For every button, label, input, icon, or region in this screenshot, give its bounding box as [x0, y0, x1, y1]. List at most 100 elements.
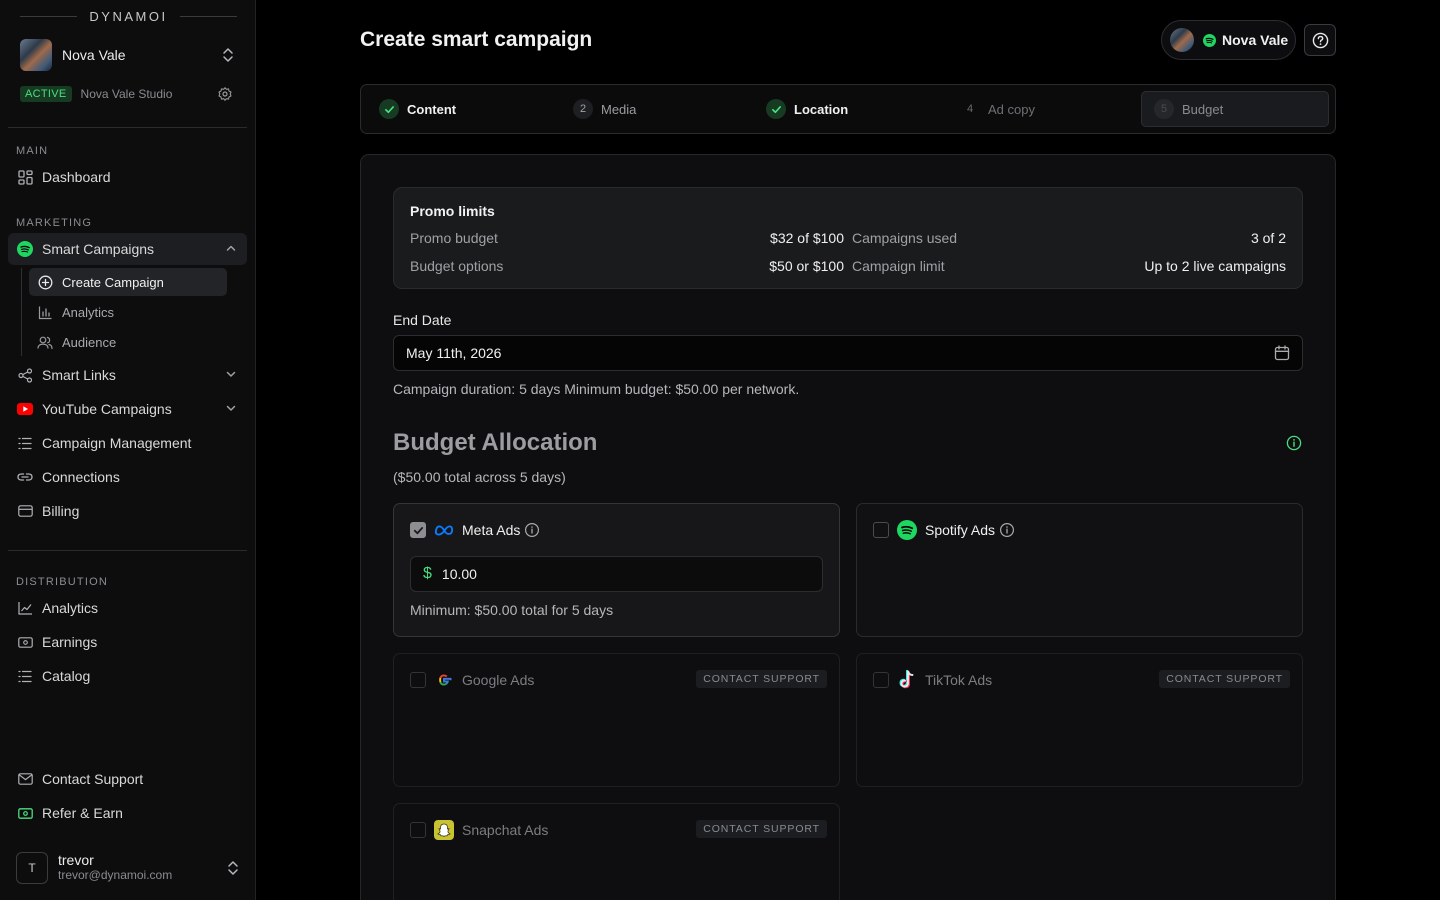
step-ad-copy[interactable]: 4 Ad copy	[948, 91, 1128, 127]
nav-label: Smart Links	[42, 367, 116, 383]
tiktok-checkbox[interactable]	[873, 672, 889, 688]
info-icon[interactable]	[1286, 435, 1302, 451]
nav-billing[interactable]: Billing	[8, 495, 247, 527]
network-card-spotify: Spotify Ads	[856, 503, 1303, 637]
step-label: Budget	[1182, 101, 1224, 117]
section-label-marketing: MARKETING	[16, 217, 93, 229]
nav-label: Catalog	[42, 668, 91, 684]
user-menu[interactable]: T trevor trevor@dynamoi.com	[16, 852, 240, 884]
submenu-guide-line	[21, 268, 22, 356]
nav-smart-campaigns[interactable]: Smart Campaigns	[8, 233, 247, 265]
step-media[interactable]: 2 Media	[561, 91, 741, 127]
limit-value: 3 of 2	[1250, 230, 1286, 246]
grid-icon	[16, 168, 34, 186]
plus-circle-icon	[37, 274, 53, 290]
network-header: Google Ads	[410, 670, 534, 690]
network-card-meta: Meta Ads $ 10.00 Minimum: $50.00 total f…	[393, 503, 840, 637]
subnav-label: Analytics	[62, 304, 115, 320]
end-date-picker[interactable]: May 11th, 2026	[393, 335, 1303, 371]
line-chart-icon	[16, 599, 34, 617]
campaign-duration-note: Campaign duration: 5 days Minimum budget…	[393, 381, 800, 397]
network-card-tiktok: TikTok Ads CONTACT SUPPORT	[856, 653, 1303, 787]
nav-contact-support[interactable]: Contact Support	[8, 763, 247, 795]
nav-youtube-campaigns[interactable]: YouTube Campaigns	[8, 393, 247, 425]
snapchat-checkbox[interactable]	[410, 822, 426, 838]
list-icon	[16, 667, 34, 685]
spotify-icon	[16, 240, 34, 258]
nav-distribution-analytics[interactable]: Analytics	[8, 592, 247, 624]
promo-limits-panel: Promo limits Promo budget $32 of $100 Bu…	[393, 187, 1303, 289]
spotify-checkbox[interactable]	[873, 522, 889, 538]
nav-connections[interactable]: Connections	[8, 461, 247, 493]
end-date-label: End Date	[393, 312, 452, 328]
nav-campaign-management[interactable]: Campaign Management	[8, 427, 247, 459]
network-name: Snapchat Ads	[462, 822, 549, 838]
subnav-label: Audience	[62, 334, 117, 350]
spotify-icon	[1203, 33, 1216, 47]
contact-support-badge[interactable]: CONTACT SUPPORT	[696, 820, 827, 838]
mail-icon	[16, 770, 34, 788]
step-label: Content	[407, 101, 457, 117]
subnav-analytics[interactable]: Analytics	[29, 298, 227, 326]
money-icon	[16, 633, 34, 651]
help-button[interactable]	[1304, 24, 1336, 56]
limit-label: Promo budget	[410, 230, 498, 246]
info-icon[interactable]	[999, 522, 1015, 538]
network-name: Meta Ads	[462, 522, 521, 538]
budget-allocation-title: Budget Allocation	[393, 429, 598, 456]
nav-refer-earn[interactable]: Refer & Earn	[8, 797, 247, 829]
nav-dashboard[interactable]: Dashboard	[8, 161, 247, 193]
meta-budget-input[interactable]: $ 10.00	[410, 556, 823, 592]
campaign-stepper: Content 2 Media Location 4 Ad copy 5 Bud…	[360, 84, 1336, 134]
nav-label: Refer & Earn	[42, 805, 123, 821]
chevrons-up-down-icon	[221, 47, 235, 63]
nav-label: YouTube Campaigns	[42, 401, 172, 417]
studio-name: Nova Vale Studio	[80, 87, 173, 101]
brand-line-right	[179, 15, 238, 17]
step-number: 2	[573, 99, 593, 119]
nav-smart-links[interactable]: Smart Links	[8, 359, 247, 391]
calendar-icon	[1274, 345, 1290, 361]
nav-earnings[interactable]: Earnings	[8, 626, 247, 658]
subnav-create-campaign[interactable]: Create Campaign	[29, 268, 227, 296]
user-name: trevor	[58, 852, 94, 868]
nav-label: Connections	[42, 469, 120, 485]
step-label: Media	[601, 101, 637, 117]
artist-status-row: ACTIVE Nova Vale Studio	[20, 84, 233, 104]
gift-icon	[16, 804, 34, 822]
step-content[interactable]: Content	[367, 91, 547, 127]
step-budget[interactable]: 5 Budget	[1141, 91, 1329, 127]
step-label: Ad copy	[988, 101, 1035, 117]
budget-step-card: Promo limits Promo budget $32 of $100 Bu…	[360, 154, 1336, 900]
chevron-down-icon	[225, 368, 237, 380]
brand-line-left	[20, 15, 78, 17]
limit-label: Campaigns used	[852, 230, 958, 246]
subnav-audience[interactable]: Audience	[29, 328, 227, 356]
tiktok-icon	[897, 670, 917, 690]
google-checkbox[interactable]	[410, 672, 426, 688]
contact-support-badge[interactable]: CONTACT SUPPORT	[696, 670, 827, 688]
sidebar-divider	[8, 127, 247, 128]
info-icon[interactable]	[524, 522, 540, 538]
artist-name: Nova Vale	[62, 47, 126, 63]
share-icon	[16, 366, 34, 384]
network-name: Spotify Ads	[925, 522, 996, 538]
network-header: Spotify Ads	[873, 520, 1015, 540]
section-label-main: MAIN	[16, 145, 49, 157]
budget-allocation-subtitle: ($50.00 total across 5 days)	[393, 469, 566, 485]
step-location[interactable]: Location	[754, 91, 934, 127]
end-date-value: May 11th, 2026	[406, 345, 502, 361]
users-icon	[37, 334, 53, 350]
brand-logo: DYNAMOI	[89, 8, 168, 24]
contact-support-badge[interactable]: CONTACT SUPPORT	[1159, 670, 1290, 688]
network-card-google: Google Ads CONTACT SUPPORT	[393, 653, 840, 787]
page-title: Create smart campaign	[360, 28, 593, 51]
gear-icon[interactable]	[217, 86, 233, 102]
meta-checkbox[interactable]	[410, 522, 426, 538]
artist-chip[interactable]: Nova Vale	[1161, 20, 1296, 60]
artist-switcher[interactable]: Nova Vale	[20, 39, 235, 71]
user-avatar: T	[16, 852, 48, 884]
limit-row-promo-budget: Promo budget $32 of $100	[410, 230, 844, 246]
meta-icon	[434, 520, 454, 540]
nav-catalog[interactable]: Catalog	[8, 660, 247, 692]
